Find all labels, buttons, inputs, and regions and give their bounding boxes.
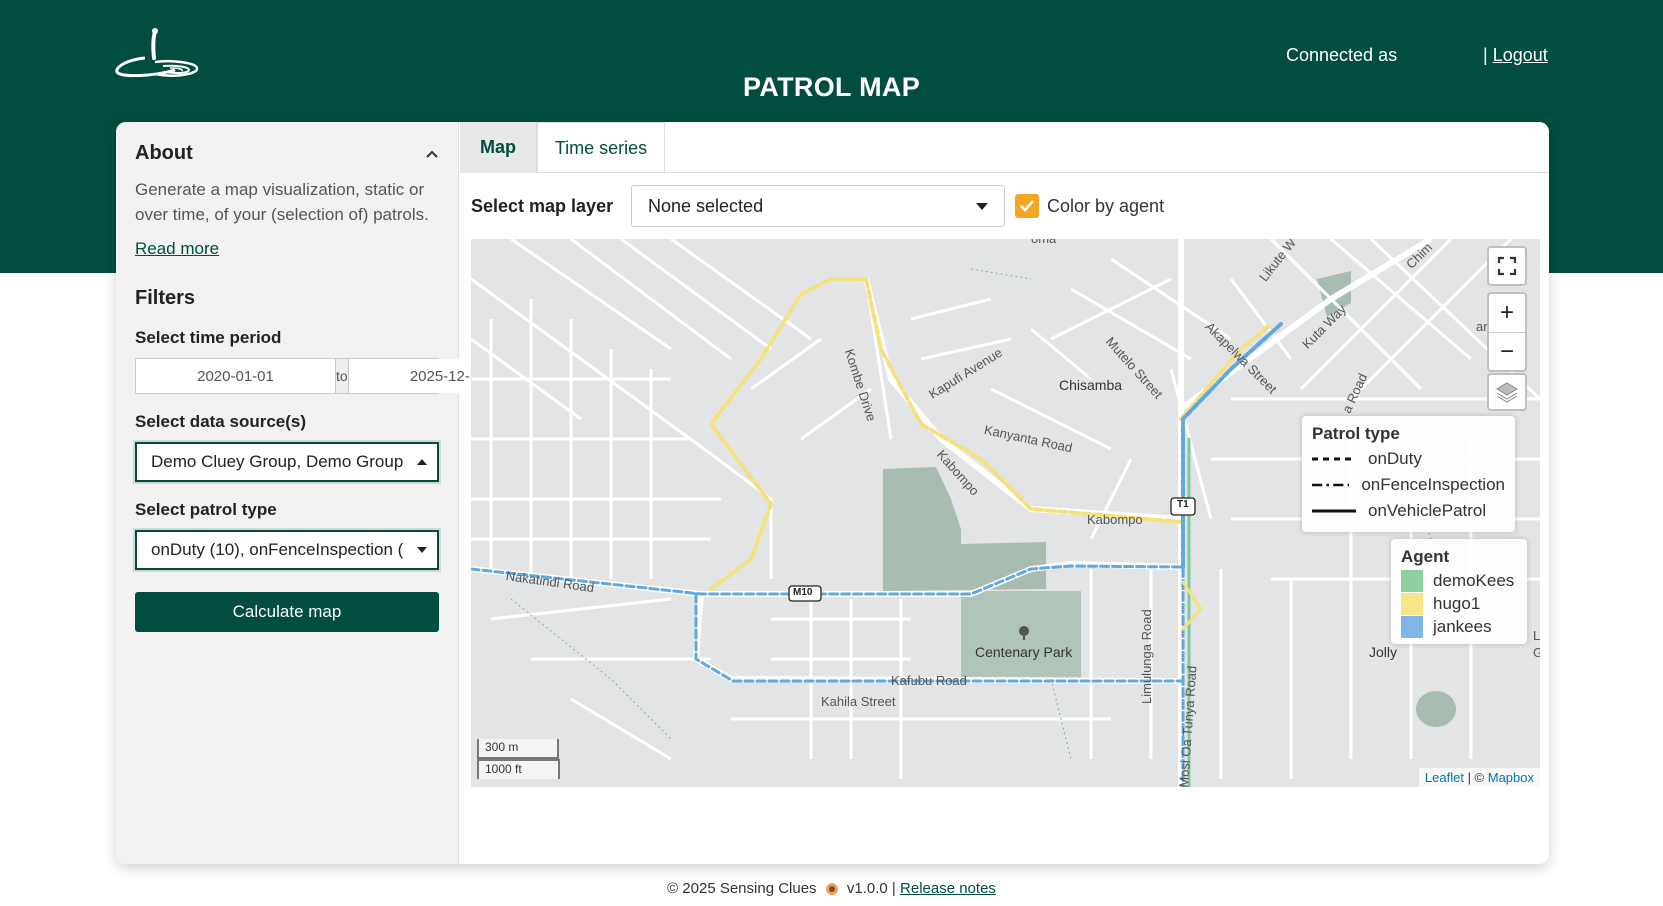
map-label-chisamba: Chisamba (1059, 377, 1123, 393)
map-layer-label: Select map layer (471, 195, 614, 216)
map-label-kahila-street: Kahila Street (821, 694, 896, 709)
dash-dot-line-icon (1312, 483, 1350, 487)
color-by-agent-checkbox[interactable] (1015, 194, 1039, 218)
patrol-type-value: onDuty (10), onFenceInspection ( (151, 540, 404, 559)
checkmark-icon (1020, 200, 1034, 212)
layers-button[interactable] (1487, 373, 1527, 411)
data-source-value: Demo Cluey Group, Demo Group (151, 452, 404, 471)
connected-as-label: Connected as (1286, 45, 1398, 65)
data-source-label: Select data source(s) (135, 412, 307, 431)
chevron-down-icon (976, 202, 988, 210)
legend-row-hugo1: hugo1 (1401, 592, 1517, 615)
calculate-map-button[interactable]: Calculate map (135, 592, 439, 632)
route-jankees (694, 592, 1185, 683)
release-notes-link[interactable]: Release notes (900, 880, 996, 897)
zoom-in-button[interactable]: + (1489, 294, 1525, 332)
sidebar: About Generate a map visualization, stat… (116, 122, 548, 864)
caret-down-icon (417, 547, 427, 553)
map-label-limulunga-road: Limulunga Road (1139, 609, 1154, 704)
date-from-input[interactable] (136, 359, 335, 393)
agent-label-demokees: demoKees (1433, 570, 1515, 590)
sensing-clues-badge-icon (825, 883, 838, 896)
map-layer-value: None selected (648, 195, 764, 216)
logout-wrap: | Logout (1483, 45, 1548, 66)
about-header[interactable]: About (135, 142, 439, 165)
map-layer-select[interactable]: None selected (631, 185, 1005, 227)
zoom-control: + − (1487, 292, 1527, 372)
chevron-up-icon[interactable] (425, 147, 439, 161)
map-attribution: Leaflet | © Mapbox (1418, 768, 1540, 787)
logout-separator: | (1483, 45, 1488, 65)
tab-bar: Map Time series (460, 122, 1549, 173)
date-range-picker: to (135, 358, 548, 394)
main-card: About Generate a map visualization, stat… (116, 122, 1549, 864)
agent-label-hugo1: hugo1 (1433, 593, 1481, 613)
agent-swatch-jankees (1401, 615, 1423, 638)
map-scale: 300 m 1000 ft (477, 739, 560, 779)
legend-label-onfenceinspection: onFenceInspection (1361, 475, 1505, 494)
patrol-type-select[interactable]: onDuty (10), onFenceInspection ( (135, 530, 439, 570)
map-label-kabompo: Kabompo (1087, 512, 1143, 527)
map-layer-row: Select map layer None selected Color by … (471, 185, 1164, 227)
scale-imperial: 1000 ft (477, 759, 560, 779)
color-by-agent-toggle[interactable]: Color by agent (1015, 194, 1164, 218)
page-title: PATROL MAP (743, 72, 920, 102)
patrol-map[interactable]: oma Kombe Drive Kapufi Avenue Chisamba M… (471, 239, 1540, 787)
zoom-out-button[interactable]: − (1489, 332, 1525, 370)
route-hugo1 (708, 277, 868, 591)
layers-icon (1496, 382, 1518, 403)
attribution-separator: | © (1463, 770, 1488, 785)
legend-row-jankees: jankees (1401, 615, 1517, 638)
route-hugo1 (1181, 580, 1203, 631)
footer: © 2025 Sensing Clues v1.0.0 | Release no… (0, 880, 1663, 897)
agent-legend-title: Agent (1401, 547, 1450, 566)
dashed-line-icon (1312, 457, 1356, 461)
logout-link[interactable]: Logout (1493, 45, 1548, 65)
map-label-jolly: Jolly (1369, 644, 1398, 660)
about-description: Generate a map visualization, static or … (135, 180, 429, 224)
map-label-oma: oma (1031, 239, 1056, 246)
caret-up-icon (417, 459, 427, 465)
patrol-type-label: Select patrol type (135, 500, 277, 519)
data-source-select[interactable]: Demo Cluey Group, Demo Group (135, 442, 439, 482)
legend-row-onvehiclepatrol: onVehiclePatrol (1312, 498, 1505, 524)
about-title: About (135, 142, 193, 164)
patrol-type-legend-title: Patrol type (1312, 424, 1400, 443)
main-panel: Map Time series Select map layer None se… (460, 122, 1549, 864)
color-by-agent-label: Color by agent (1047, 195, 1165, 216)
filters-title: Filters (135, 287, 196, 309)
patrol-type-legend: Patrol type onDuty onFenceInspection onV… (1302, 416, 1515, 532)
map-label-m10: M10 (793, 587, 813, 598)
legend-label-onduty: onDuty (1368, 449, 1422, 468)
agent-swatch-hugo1 (1401, 592, 1423, 615)
map-label-lg: L G (1533, 628, 1540, 660)
scale-metric: 300 m (477, 739, 559, 759)
leaflet-link[interactable]: Leaflet (1425, 770, 1464, 785)
fullscreen-button[interactable] (1487, 246, 1527, 286)
legend-row-onfenceinspection: onFenceInspection (1312, 472, 1505, 498)
mapbox-link[interactable]: Mapbox (1488, 770, 1534, 785)
agent-label-jankees: jankees (1433, 616, 1492, 636)
tab-time-series[interactable]: Time series (537, 122, 665, 173)
read-more-link[interactable]: Read more (135, 239, 219, 259)
date-separator: to (335, 359, 349, 393)
legend-row-demokees: demoKees (1401, 569, 1517, 592)
footer-version: v1.0.0 | (846, 880, 896, 897)
time-period-label: Select time period (135, 328, 282, 347)
map-label-kafubu-road: Kafubu Road (891, 673, 967, 688)
map-label-t1: T1 (1177, 499, 1189, 510)
legend-row-onduty: onDuty (1312, 446, 1505, 472)
footer-copyright: © 2025 Sensing Clues (667, 880, 817, 897)
green-area (1416, 691, 1456, 727)
solid-line-icon (1312, 509, 1356, 513)
legend-label-onvehiclepatrol: onVehiclePatrol (1368, 501, 1487, 520)
map-label-centenary-park: Centenary Park (975, 644, 1073, 660)
agent-swatch-demokees (1401, 569, 1423, 592)
fullscreen-icon (1497, 256, 1517, 276)
tab-map[interactable]: Map (460, 122, 537, 173)
agent-legend: Agent demoKees hugo1 jankees (1391, 539, 1527, 644)
